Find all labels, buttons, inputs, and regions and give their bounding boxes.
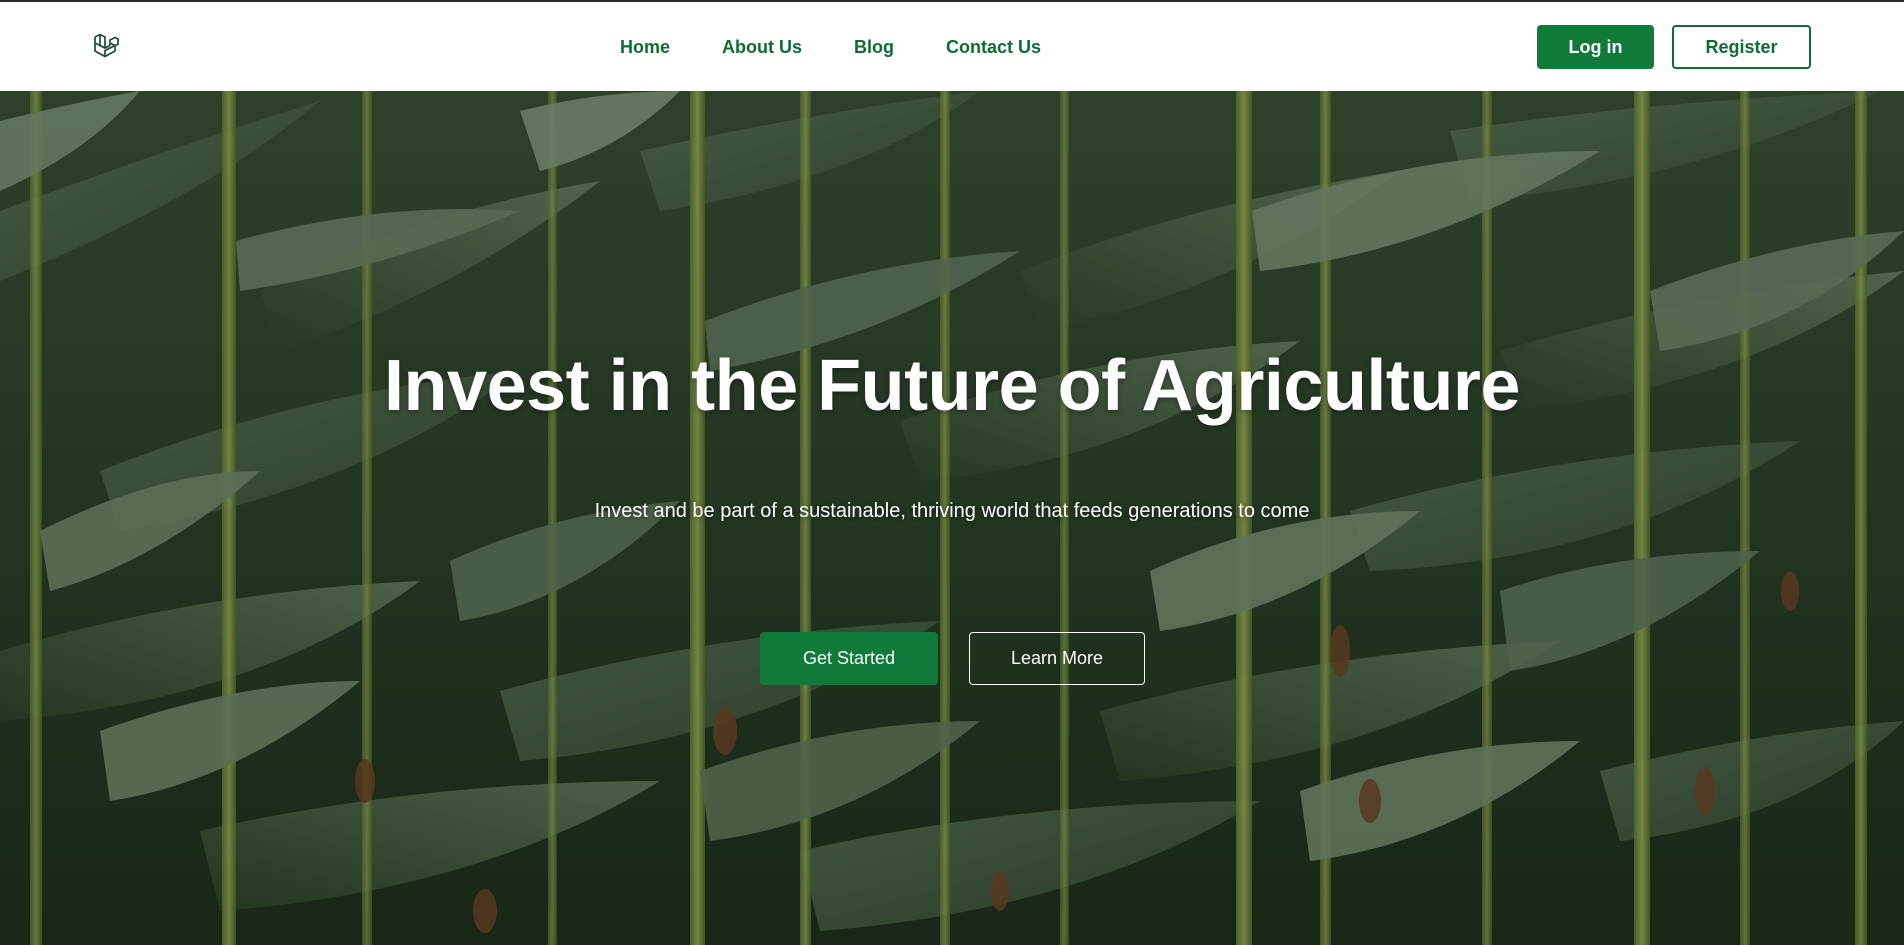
hero-section: Invest in the Future of Agriculture Inve… (0, 91, 1904, 945)
navbar: Home About Us Blog Contact Us Log in Reg… (0, 2, 1904, 91)
learn-more-button[interactable]: Learn More (969, 632, 1145, 685)
get-started-button[interactable]: Get Started (760, 632, 938, 685)
main-nav: Home About Us Blog Contact Us (620, 34, 1041, 60)
hero-title: Invest in the Future of Agriculture (384, 346, 1520, 426)
register-button[interactable]: Register (1672, 25, 1811, 69)
laravel-logo-icon[interactable] (92, 32, 120, 60)
nav-link-about-us[interactable]: About Us (722, 37, 802, 58)
nav-link-home[interactable]: Home (620, 37, 670, 58)
nav-link-contact-us[interactable]: Contact Us (946, 37, 1041, 58)
hero-subtitle: Invest and be part of a sustainable, thr… (594, 500, 1310, 522)
nav-link-blog[interactable]: Blog (854, 37, 894, 58)
login-button[interactable]: Log in (1537, 25, 1654, 69)
